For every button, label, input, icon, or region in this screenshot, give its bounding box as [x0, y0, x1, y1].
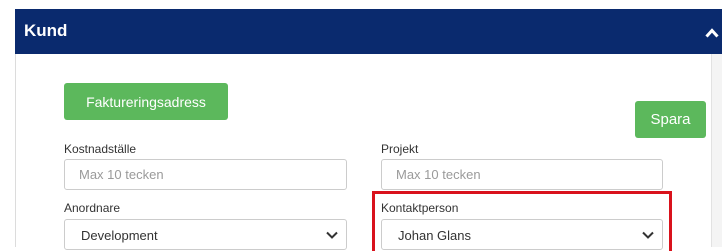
projekt-label: Projekt [381, 142, 419, 156]
anordnare-select[interactable]: Development [64, 219, 347, 250]
chevron-down-icon [326, 231, 338, 239]
top-strip [0, 0, 722, 9]
panel-title: Kund [24, 21, 68, 40]
chevron-up-icon[interactable] [705, 28, 719, 38]
kostnadstalle-label: Kostnadställe [64, 142, 137, 156]
anordnare-value: Development [81, 228, 158, 243]
projekt-input[interactable] [381, 159, 663, 190]
save-button[interactable]: Spara [635, 101, 706, 138]
faktureringsadress-button[interactable]: Faktureringsadress [64, 83, 228, 120]
kund-panel-header[interactable]: Kund [15, 9, 722, 54]
left-strip [0, 9, 15, 247]
kostnadstalle-input[interactable] [64, 159, 347, 190]
scrollbar[interactable] [711, 54, 722, 247]
anordnare-label: Anordnare [64, 201, 121, 215]
kontaktperson-highlight-box [372, 191, 672, 251]
